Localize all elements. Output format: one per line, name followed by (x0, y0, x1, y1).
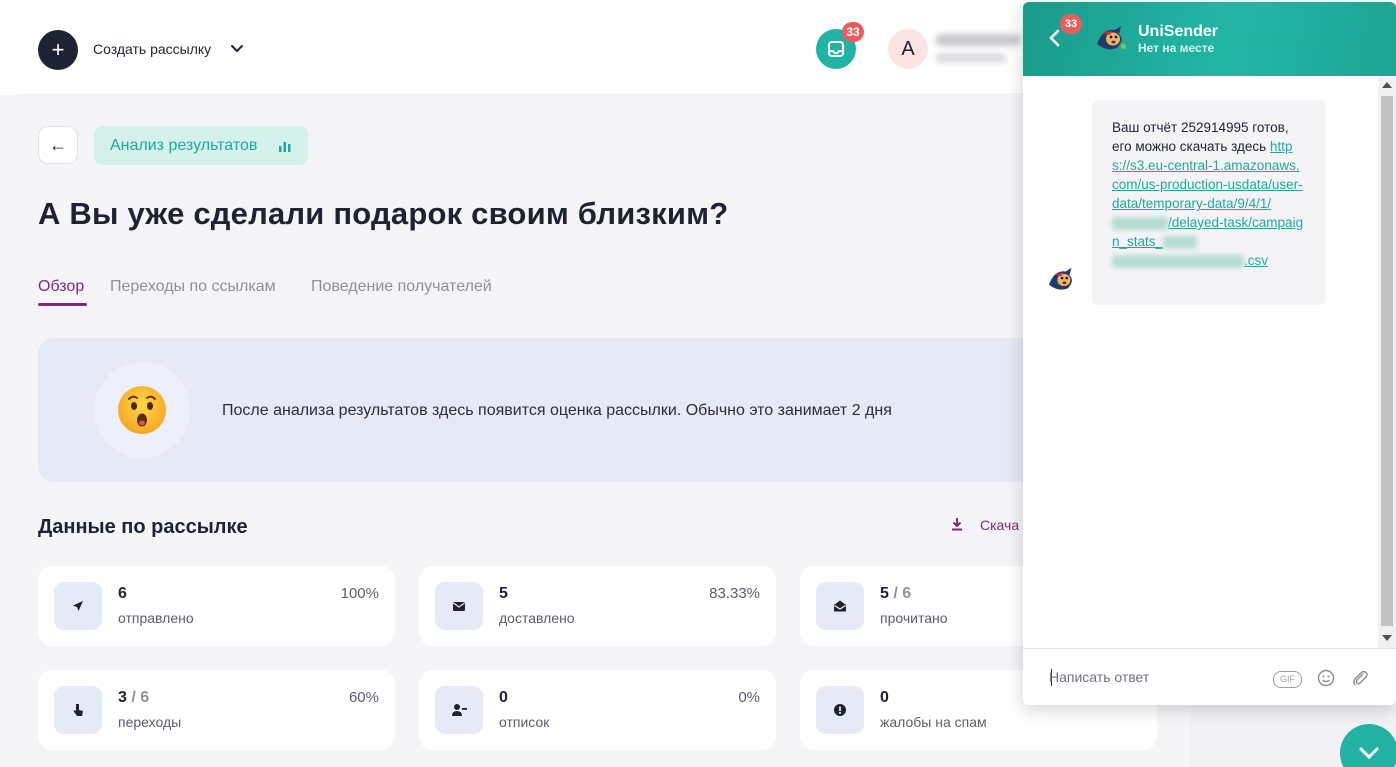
stat-card-sent: 6 отправлено 100% (38, 566, 395, 646)
card-icon-box (816, 686, 864, 734)
envelope-icon (453, 602, 465, 611)
card-value: 0 (499, 689, 508, 706)
send-icon (73, 601, 83, 611)
chat-agent-name: UniSender (1138, 23, 1219, 40)
card-icon-box (816, 582, 864, 630)
surprised-face-icon (118, 386, 166, 434)
avatar[interactable]: A (888, 29, 928, 69)
create-campaign-button[interactable]: + (38, 30, 78, 70)
card-percent: 60% (348, 689, 379, 706)
card-value: 0 (880, 689, 889, 706)
banner-text: После анализа результатов здесь появится… (222, 402, 892, 419)
user-minus-icon (452, 704, 467, 716)
chevron-left-icon[interactable] (1047, 26, 1061, 50)
chat-header: 33 UniSender Нет на месте (1023, 2, 1396, 76)
analysis-results-label: Анализ результатов (110, 137, 258, 154)
tab-overview[interactable]: Обзор (38, 278, 84, 296)
chat-scrollbar[interactable] (1378, 76, 1396, 648)
open-envelope-icon (834, 600, 846, 612)
page-title: А Вы уже сделали подарок своим близким? (38, 196, 729, 231)
emoji-circle (94, 362, 190, 458)
chat-reply-input[interactable]: Написать ответ (1049, 669, 1149, 685)
blurred-id (1112, 216, 1168, 230)
card-value: 5 / 6 (880, 585, 912, 602)
unisender-mascot-icon (1048, 267, 1072, 290)
chat-agent-status: Нет на месте (1138, 41, 1215, 55)
card-value: 6 (118, 585, 127, 602)
chat-widget: 33 UniSender Нет на месте Ваш отчёт 2529… (1023, 2, 1396, 705)
card-icon-box (435, 582, 483, 630)
card-label: отписок (499, 714, 550, 730)
report-download-link[interactable]: https://s3.eu-central-1.amazonaws.com/us… (1112, 139, 1303, 268)
inbox-badge: 33 (842, 22, 864, 42)
inbox-icon (828, 41, 844, 57)
card-percent: 83.33% (709, 585, 760, 602)
card-icon-box (54, 582, 102, 630)
scroll-up-arrow[interactable] (1382, 82, 1392, 88)
card-label: жалобы на спам (880, 714, 987, 730)
account-info-blurred[interactable] (936, 32, 1020, 68)
chat-input-area: Написать ответ GIF (1023, 648, 1396, 705)
create-campaign-label[interactable]: Создать рассылку (93, 41, 211, 57)
card-icon-box (54, 686, 102, 734)
gif-icon[interactable]: GIF (1273, 671, 1302, 688)
pointer-icon (73, 704, 83, 716)
card-value: 3 / 6 (118, 689, 150, 706)
section-title: Данные по рассылке (38, 516, 248, 538)
card-label: отправлено (118, 610, 194, 626)
card-label: доставлено (499, 610, 575, 626)
stat-card-unsubscribes: 0 отписок 0% (419, 670, 776, 750)
scroll-down-arrow[interactable] (1382, 635, 1392, 641)
chevron-down-icon[interactable] (229, 41, 245, 57)
chat-unread-badge: 33 (1060, 14, 1082, 34)
bar-chart-icon (279, 142, 291, 152)
status-dot (1119, 42, 1128, 51)
download-icon[interactable] (950, 517, 964, 531)
chevron-down-icon (1359, 747, 1379, 760)
blurred-id (1163, 235, 1198, 249)
paperclip-icon[interactable] (1351, 669, 1369, 687)
card-label: прочитано (880, 610, 948, 626)
analysis-results-button[interactable]: Анализ результатов (94, 126, 308, 165)
active-tab-underline (38, 303, 87, 306)
chat-message-bubble: Ваш отчёт 252914995 готов, его можно ска… (1092, 100, 1326, 305)
message-text: Ваш отчёт 252914995 готов, его можно ска… (1112, 120, 1289, 154)
stat-card-clicks: 3 / 6 переходы 60% (38, 670, 395, 750)
download-link[interactable]: Скача (980, 517, 1019, 533)
tab-recipient-behavior[interactable]: Поведение получателей (311, 278, 492, 296)
card-percent: 0% (738, 689, 760, 706)
smile-icon[interactable] (1317, 669, 1335, 687)
card-value: 5 (499, 585, 508, 602)
stat-card-delivered: 5 доставлено 83.33% (419, 566, 776, 646)
alert-icon (834, 704, 846, 716)
scroll-thumb[interactable] (1381, 96, 1393, 626)
card-label: переходы (118, 714, 182, 730)
blurred-id (1112, 254, 1244, 268)
card-icon-box (435, 686, 483, 734)
tab-link-clicks[interactable]: Переходы по ссылкам (110, 278, 276, 296)
card-percent: 100% (340, 585, 379, 602)
back-button[interactable]: ← (38, 126, 78, 164)
